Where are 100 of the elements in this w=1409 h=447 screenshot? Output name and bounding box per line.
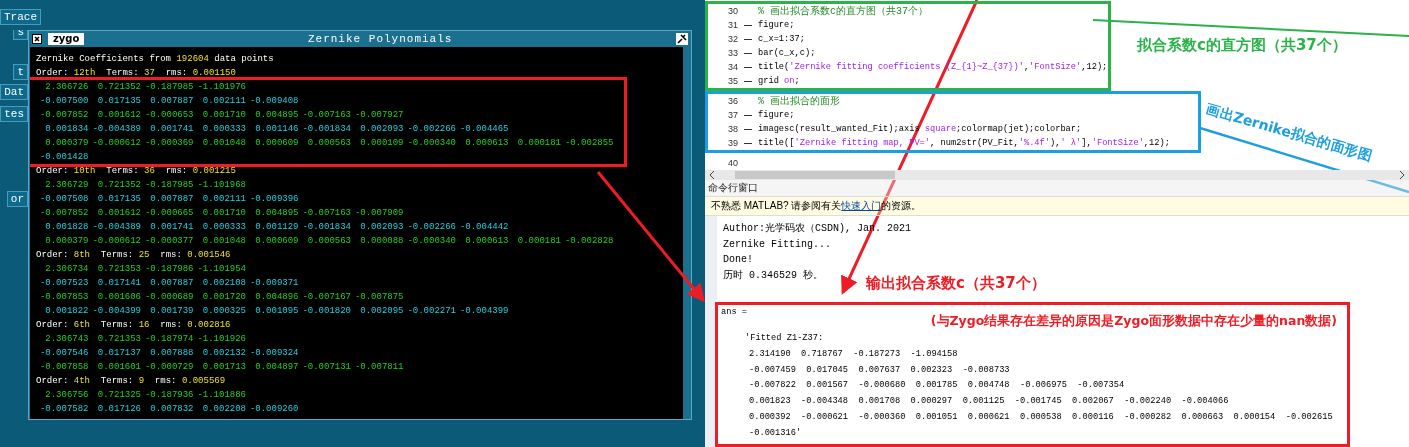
window-title: Zernike Polynomials (306, 33, 454, 45)
coefficient-value: 0.000609 (254, 137, 299, 150)
pin-icon[interactable] (676, 33, 688, 45)
coefficient-value: 0.721325 (96, 389, 141, 402)
coefficient-value: 0.002095 (359, 305, 404, 318)
annotation-label: 拟合系数c的直方图（共37个） (1137, 36, 1347, 55)
coefficient-value: -0.000340 (406, 137, 456, 150)
trace-button[interactable]: Trace (0, 9, 41, 25)
coefficient-value: -1.094158 (910, 347, 958, 361)
side-button[interactable]: tes (0, 106, 28, 122)
coefficient-value: -0.007852 (38, 207, 89, 220)
coefficient-value: 0.001125 (962, 395, 1005, 409)
coefficient-value: 0.000181 (516, 235, 561, 248)
code-line: % 画出拟合系数c的直方图（共37个） (758, 4, 928, 18)
scroll-right-icon[interactable] (1399, 171, 1405, 179)
coefficient-value: -0.009260 (248, 403, 299, 416)
coefficient-value: 0.001710 (201, 207, 246, 220)
coefficient-value: 0.007888 (149, 347, 194, 360)
coefficient-value: 0.721352 (96, 179, 141, 192)
line-number: 35 (727, 76, 738, 86)
coefficient-value: 0.002108 (201, 277, 246, 290)
annotation-label: 输出拟合系数c（共37个） (866, 274, 1046, 293)
coefficient-value: -0.004442 (458, 221, 509, 234)
coefficient-value: 0.002208 (201, 403, 246, 416)
coefficient-value: -0.000653 (143, 109, 194, 122)
coefficient-value: 0.000116 (1072, 411, 1114, 424)
coefficient-value: -0.000612 (91, 235, 141, 248)
line-number: 37 (727, 110, 738, 120)
coefficient-value: 2.306743 (44, 333, 89, 346)
coefficient-value: -0.001316' (749, 426, 802, 440)
coefficient-value: -0.009371 (248, 277, 299, 290)
coefficient-value: 0.001606 (96, 291, 141, 304)
side-button[interactable]: t (13, 64, 28, 80)
coefficient-value: 0.000538 (1019, 411, 1062, 424)
coefficient-value: 2.306756 (44, 389, 89, 402)
coefficient-value: 0.004896 (254, 291, 299, 304)
coefficient-value: -0.000680 (858, 379, 906, 393)
coefficient-value: -0.000340 (406, 235, 456, 248)
side-button[interactable]: s (13, 30, 28, 40)
order-line: Order: 10th Terms: 36 rms: 0.001215 (36, 165, 237, 178)
code-line: title('Zernike fitting coefficients (Z_{1}~Z_{37})','FontSize',12); (758, 62, 1108, 72)
coefficient-value: -0.002266 (406, 221, 456, 234)
coefficient-value: 0.002093 (359, 221, 404, 234)
coefficient-value: -0.000360 (858, 411, 906, 424)
coefficient-value: -0.006975 (1019, 379, 1067, 393)
line-number: 30 (727, 6, 738, 16)
coefficient-value: -0.187985 (143, 179, 194, 192)
coefficient-value: 0.017141 (96, 277, 141, 290)
coefficient-value: -0.001834 (301, 221, 351, 234)
coefficient-value: -1.101968 (196, 179, 246, 192)
coefficient-value: -0.000282 (1124, 411, 1172, 424)
coefficient-value: 0.001713 (201, 361, 246, 374)
coefficient-value: -0.001428 (38, 151, 89, 164)
coefficient-value: -0.002615 (1285, 411, 1333, 424)
coefficient-value: -0.007811 (353, 361, 404, 374)
coefficient-value: 0.001741 (149, 221, 194, 234)
coefficient-value: 0.000181 (516, 137, 561, 150)
coefficient-value: -0.000612 (91, 137, 141, 150)
coefficient-value: -0.007500 (38, 95, 89, 108)
coefficient-value: -0.000621 (801, 411, 849, 424)
close-icon[interactable] (32, 34, 42, 44)
coefficient-value: 0.004897 (254, 361, 299, 374)
coefficient-value: 0.000333 (201, 221, 246, 234)
order-line: Order: 6th Terms: 16 rms: 0.002816 (36, 319, 232, 332)
coefficient-value: 0.718767 (801, 347, 843, 361)
coefficient-value: 0.017135 (96, 193, 141, 206)
coefficient-value: -0.004066 (1181, 395, 1229, 409)
order-line: Order: 4th Terms: 9 rms: 0.005569 (36, 375, 227, 388)
coefficient-value: 0.001834 (44, 123, 89, 136)
coefficient-value: 2.314190 (749, 347, 791, 361)
code-line: % 画出拟合的面形 (758, 94, 840, 108)
coefficient-value: -0.002240 (1124, 395, 1172, 409)
coefficient-value: 0.017137 (96, 347, 141, 360)
quick-start-link[interactable]: 快速入门 (841, 200, 882, 211)
coefficient-value: -0.007822 (749, 379, 796, 393)
coefficient-value: 0.000333 (201, 123, 246, 136)
coefficient-value: 0.001051 (915, 411, 958, 424)
scroll-left-icon[interactable] (709, 171, 715, 179)
coefficient-value: 0.002093 (359, 123, 404, 136)
side-button[interactable]: or (6, 191, 28, 207)
coefficient-value: 0.001129 (254, 221, 299, 234)
coefficient-value: 0.001710 (201, 109, 246, 122)
coefficient-value: -0.001834 (301, 123, 351, 136)
panel-title: 命令行窗口 (705, 180, 1409, 197)
code-line: bar(c_x,c); (758, 48, 816, 58)
line-number: 34 (727, 62, 738, 72)
output-line: 'Fitted Z1-Z37: (744, 332, 825, 345)
coefficient-value: -0.007853 (38, 291, 89, 304)
output-line: Done! (723, 253, 753, 267)
coefficient-value: 0.001048 (201, 137, 246, 150)
horizontal-scrollbar[interactable] (705, 170, 1409, 180)
order-line: Order: 12th Terms: 37 rms: 0.001150 (36, 67, 237, 80)
coefficient-value: -1.101976 (196, 81, 246, 94)
coefficient-value: 0.002111 (201, 95, 246, 108)
coefficient-value: -0.007354 (1077, 379, 1125, 393)
coefficient-value: -0.000369 (143, 137, 194, 150)
coefficient-value: 0.017045 (806, 363, 849, 377)
coefficient-value: 2.306726 (44, 81, 89, 94)
coefficient-value: 0.001741 (149, 123, 194, 136)
side-button[interactable]: Dat (0, 84, 28, 100)
